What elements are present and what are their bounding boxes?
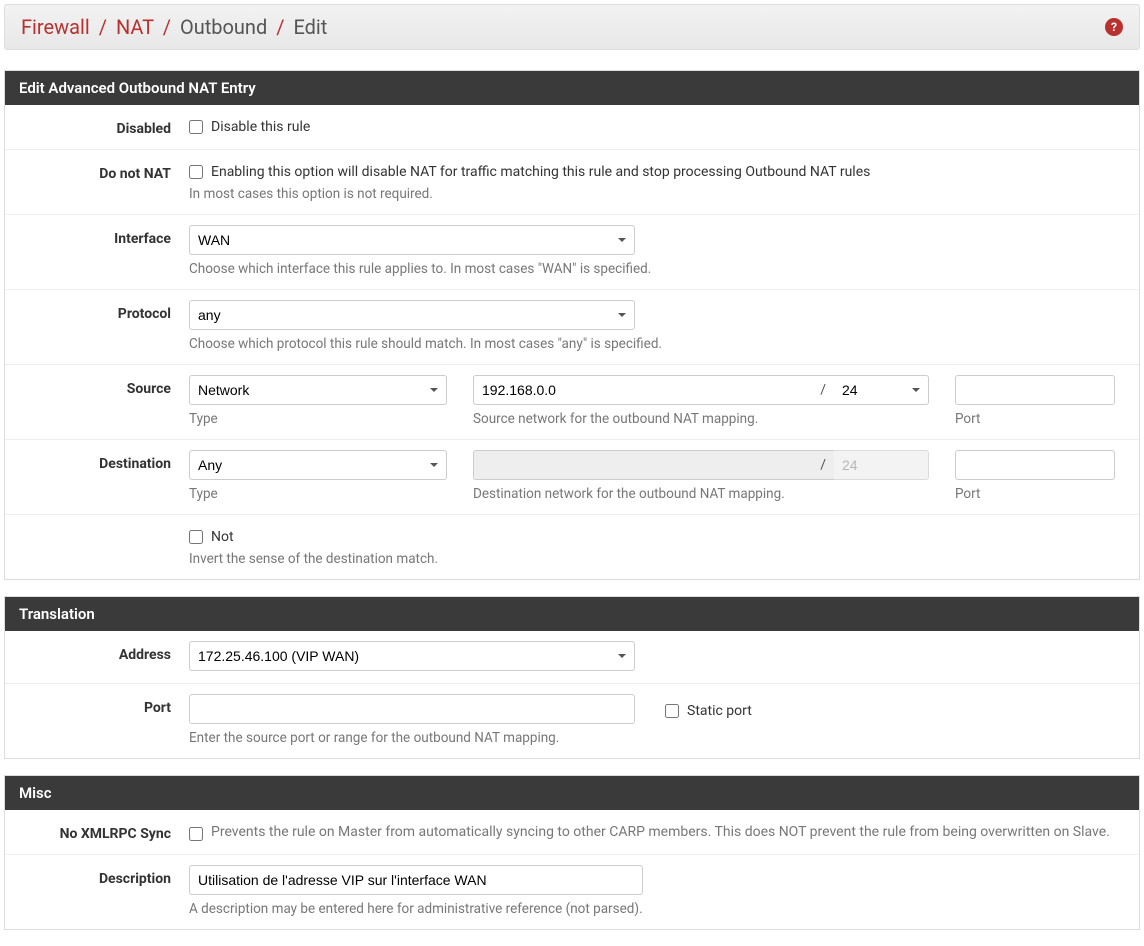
do-not-nat-help: In most cases this option is not require…: [189, 186, 1125, 202]
description-help: A description may be entered here for ad…: [189, 901, 1125, 917]
destination-label: Destination: [19, 450, 189, 472]
destination-port-input[interactable]: [955, 450, 1115, 480]
interface-select[interactable]: WAN: [189, 225, 635, 255]
source-address-help: Source network for the outbound NAT mapp…: [473, 411, 929, 427]
interface-label: Interface: [19, 225, 189, 247]
no-xmlrpc-label: No XMLRPC Sync: [19, 820, 189, 842]
destination-address-input: [473, 450, 812, 480]
breadcrumb-outbound[interactable]: Outbound: [180, 15, 267, 39]
source-address-input[interactable]: [473, 375, 812, 405]
description-input[interactable]: [189, 865, 643, 895]
do-not-nat-label: Do not NAT: [19, 160, 189, 182]
destination-type-sublabel: Type: [189, 486, 447, 502]
translation-address-select[interactable]: 172.25.46.100 (VIP WAN): [189, 641, 635, 671]
breadcrumb: Firewall / NAT / Outbound / Edit: [21, 15, 327, 39]
static-port-checkbox[interactable]: [665, 704, 679, 718]
destination-type-select[interactable]: Any: [189, 450, 447, 480]
translation-port-label: Port: [19, 694, 189, 716]
misc-panel-heading: Misc: [5, 776, 1139, 810]
destination-not-checkbox[interactable]: [189, 530, 203, 544]
destination-mask-select: 24: [834, 450, 929, 480]
description-label: Description: [19, 865, 189, 887]
destination-port-sublabel: Port: [955, 486, 1115, 502]
source-port-input[interactable]: [955, 375, 1115, 405]
edit-panel-heading: Edit Advanced Outbound NAT Entry: [5, 71, 1139, 105]
disabled-checkbox[interactable]: [189, 120, 203, 134]
static-port-label: Static port: [687, 703, 752, 719]
source-type-select[interactable]: Network: [189, 375, 447, 405]
source-mask-select[interactable]: 24: [834, 375, 929, 405]
source-label: Source: [19, 375, 189, 397]
protocol-select[interactable]: any: [189, 300, 635, 330]
translation-panel: Translation Address 172.25.46.100 (VIP W…: [4, 596, 1140, 759]
translation-panel-heading: Translation: [5, 597, 1139, 631]
cidr-slash: /: [812, 375, 834, 405]
do-not-nat-checkbox-label: Enabling this option will disable NAT fo…: [211, 164, 870, 180]
misc-panel: Misc No XMLRPC Sync Prevents the rule on…: [4, 775, 1140, 930]
destination-address-help: Destination network for the outbound NAT…: [473, 486, 929, 502]
protocol-label: Protocol: [19, 300, 189, 322]
breadcrumb-edit: Edit: [293, 15, 327, 39]
no-xmlrpc-text: Prevents the rule on Master from automat…: [211, 824, 1110, 840]
page-header: Firewall / NAT / Outbound / Edit ?: [4, 4, 1140, 50]
no-xmlrpc-checkbox[interactable]: [189, 827, 203, 841]
edit-panel: Edit Advanced Outbound NAT Entry Disable…: [4, 70, 1140, 580]
translation-port-help: Enter the source port or range for the o…: [189, 730, 1125, 746]
breadcrumb-firewall[interactable]: Firewall: [21, 15, 90, 39]
translation-address-label: Address: [19, 641, 189, 663]
breadcrumb-separator: /: [99, 15, 107, 39]
destination-not-help: Invert the sense of the destination matc…: [189, 551, 1125, 567]
breadcrumb-separator: /: [163, 15, 171, 39]
disabled-checkbox-label: Disable this rule: [211, 119, 310, 135]
help-icon[interactable]: ?: [1105, 18, 1123, 36]
disabled-label: Disabled: [19, 115, 189, 137]
cidr-slash: /: [812, 450, 834, 480]
interface-help: Choose which interface this rule applies…: [189, 261, 1125, 277]
source-port-sublabel: Port: [955, 411, 1115, 427]
destination-not-label: Not: [211, 529, 234, 545]
destination-not-spacer: [19, 525, 189, 531]
protocol-help: Choose which protocol this rule should m…: [189, 336, 1125, 352]
breadcrumb-nat[interactable]: NAT: [116, 15, 154, 39]
do-not-nat-checkbox[interactable]: [189, 165, 203, 179]
translation-port-input[interactable]: [189, 694, 635, 724]
source-type-sublabel: Type: [189, 411, 447, 427]
breadcrumb-separator: /: [276, 15, 284, 39]
